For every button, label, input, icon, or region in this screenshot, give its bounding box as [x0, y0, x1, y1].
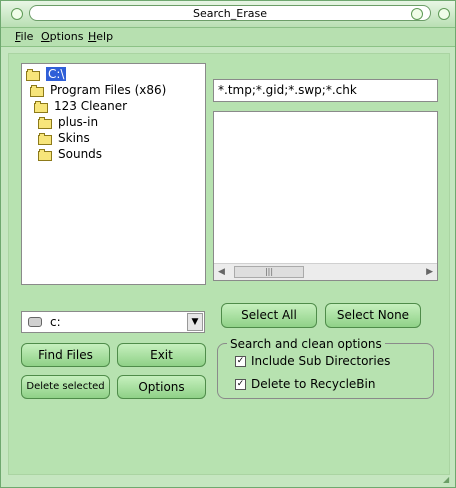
- delete-to-recyclebin-label: Delete to RecycleBin: [251, 377, 376, 391]
- horizontal-scrollbar[interactable]: ◀ ||| ▶: [214, 263, 437, 280]
- scroll-thumb[interactable]: |||: [234, 266, 304, 278]
- tree-item-label: Program Files (x86): [50, 83, 167, 97]
- folder-tree[interactable]: C:\ Program Files (x86) 123 Cleaner plus…: [21, 63, 206, 285]
- scroll-right-icon[interactable]: ▶: [426, 267, 433, 277]
- folder-icon: [38, 148, 54, 161]
- menu-options-accel: O: [41, 30, 50, 43]
- title-bar[interactable]: Search_Erase: [1, 1, 455, 28]
- options-button[interactable]: Options: [117, 375, 206, 399]
- tree-item-label: C:\: [46, 67, 67, 81]
- drive-icon: [28, 317, 42, 327]
- menu-options-label: ptions: [49, 30, 84, 43]
- delete-selected-button[interactable]: Delete selected: [21, 375, 110, 399]
- menu-help[interactable]: Help: [88, 30, 113, 43]
- options-group-title: Search and clean options: [227, 337, 385, 351]
- tree-item-skins[interactable]: Skins: [38, 130, 90, 146]
- tree-item-plus-in[interactable]: plus-in: [38, 114, 98, 130]
- tree-item-c-drive[interactable]: C:\: [26, 66, 67, 82]
- tree-item-label: Sounds: [58, 147, 103, 161]
- include-subdirectories-checkbox[interactable]: ✓ Include Sub Directories: [235, 354, 390, 368]
- window-title: Search_Erase: [29, 5, 431, 21]
- delete-to-recyclebin-checkbox[interactable]: ✓ Delete to RecycleBin: [235, 377, 375, 391]
- folder-icon: [38, 116, 54, 129]
- tree-item-program-files[interactable]: Program Files (x86): [30, 82, 166, 98]
- select-all-button[interactable]: Select All: [221, 303, 317, 328]
- menu-file-label: ile: [20, 30, 34, 43]
- menu-bar: File Options Help: [1, 28, 455, 47]
- folder-icon: [38, 132, 54, 145]
- app-window: Search_Erase File Options Help C:\ Progr…: [0, 0, 456, 488]
- checkbox-icon[interactable]: ✓: [235, 356, 246, 367]
- close-icon[interactable]: [438, 8, 450, 20]
- tree-item-label: Skins: [58, 131, 90, 145]
- file-mask-input[interactable]: *.tmp;*.gid;*.swp;*.chk: [213, 79, 438, 102]
- drive-value: c:: [50, 315, 61, 329]
- resize-grip-icon[interactable]: ◢: [443, 475, 453, 485]
- exit-button[interactable]: Exit: [117, 343, 206, 367]
- tree-item-label: 123 Cleaner: [54, 99, 128, 113]
- folder-icon: [34, 100, 50, 113]
- scroll-left-icon[interactable]: ◀: [218, 267, 225, 277]
- menu-options[interactable]: Options: [41, 30, 83, 43]
- select-none-button[interactable]: Select None: [325, 303, 421, 328]
- checkbox-icon[interactable]: ✓: [235, 379, 246, 390]
- tree-item-123-cleaner[interactable]: 123 Cleaner: [34, 98, 127, 114]
- minimize-icon[interactable]: [411, 8, 423, 20]
- dropdown-arrow-icon[interactable]: ▼: [187, 313, 203, 331]
- include-subdirectories-label: Include Sub Directories: [251, 354, 391, 368]
- tree-item-label: plus-in: [58, 115, 99, 129]
- tree-item-sounds[interactable]: Sounds: [38, 146, 102, 162]
- folder-icon: [26, 68, 42, 81]
- results-list[interactable]: ◀ ||| ▶: [213, 111, 438, 281]
- system-menu-icon[interactable]: [11, 8, 23, 20]
- folder-icon: [30, 84, 46, 97]
- find-files-button[interactable]: Find Files: [21, 343, 110, 367]
- drive-select[interactable]: c: ▼: [21, 311, 205, 333]
- menu-file[interactable]: File: [15, 30, 33, 43]
- menu-help-label: elp: [96, 30, 114, 43]
